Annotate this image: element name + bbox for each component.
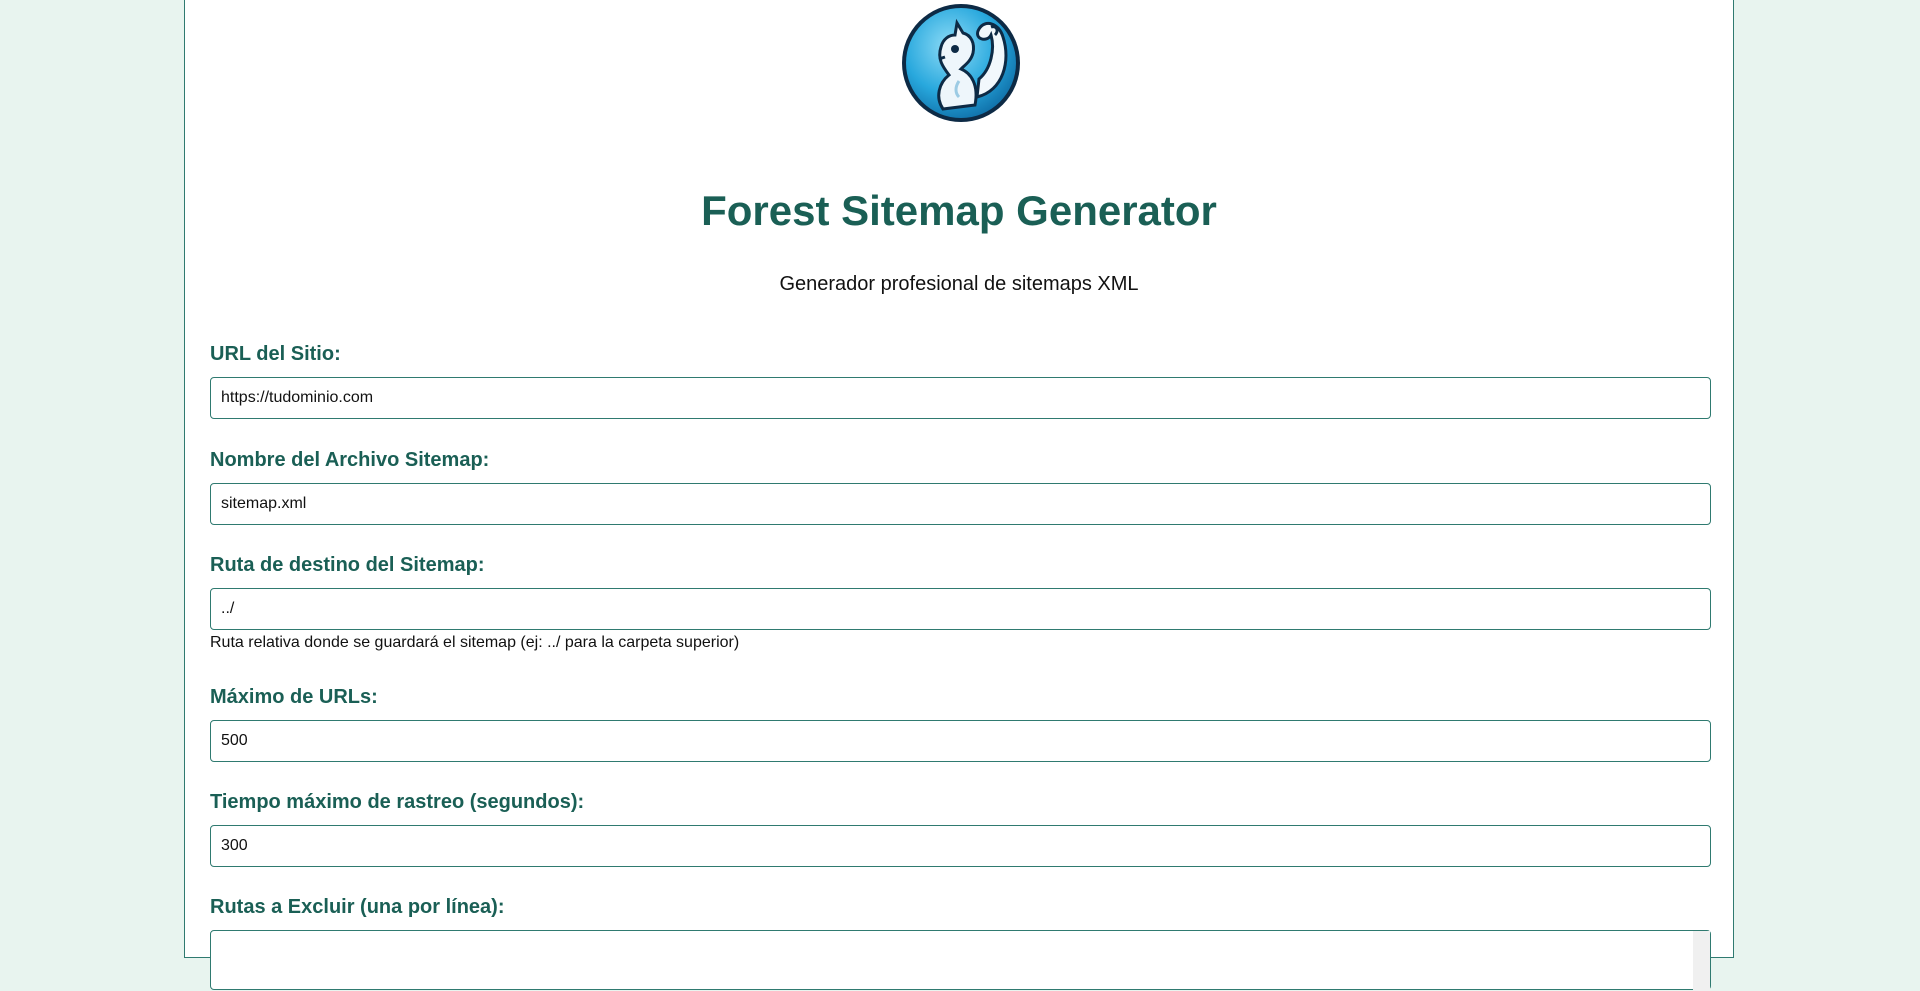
max-urls-label: Máximo de URLs: [210,686,378,708]
max-urls-group: Máximo de URLs: [210,686,1711,762]
main-container: Forest Sitemap Generator Generador profe… [184,0,1734,991]
sitemap-filename-group: Nombre del Archivo Sitemap: [210,449,1711,525]
max-time-input[interactable] [210,825,1711,867]
max-time-group: Tiempo máximo de rastreo (segundos): [210,791,1711,867]
page-title: Forest Sitemap Generator [701,187,1217,234]
exclude-paths-textarea[interactable] [210,930,1711,990]
sitemap-filename-input[interactable] [210,483,1711,525]
sitemap-filename-label: Nombre del Archivo Sitemap: [210,449,490,471]
textarea-scrollbar[interactable] [1693,931,1710,991]
site-url-group: URL del Sitio: [210,343,1711,419]
max-urls-input[interactable] [210,720,1711,762]
sitemap-path-group: Ruta de destino del Sitemap: Ruta relati… [210,554,1711,652]
exclude-paths-wrapper [210,930,1711,991]
exclude-paths-group: Rutas a Excluir (una por línea): [210,896,1711,991]
exclude-paths-label: Rutas a Excluir (una por línea): [210,896,505,918]
site-url-label: URL del Sitio: [210,343,341,365]
max-time-label: Tiempo máximo de rastreo (segundos): [210,791,585,813]
sitemap-path-label: Ruta de destino del Sitemap: [210,554,485,576]
sitemap-path-input[interactable] [210,588,1711,630]
page-subtitle: Generador profesional de sitemaps XML [779,273,1139,295]
sitemap-path-help: Ruta relativa donde se guardará el sitem… [210,634,740,651]
site-url-input[interactable] [210,377,1711,419]
squirrel-logo-icon [902,4,1020,122]
